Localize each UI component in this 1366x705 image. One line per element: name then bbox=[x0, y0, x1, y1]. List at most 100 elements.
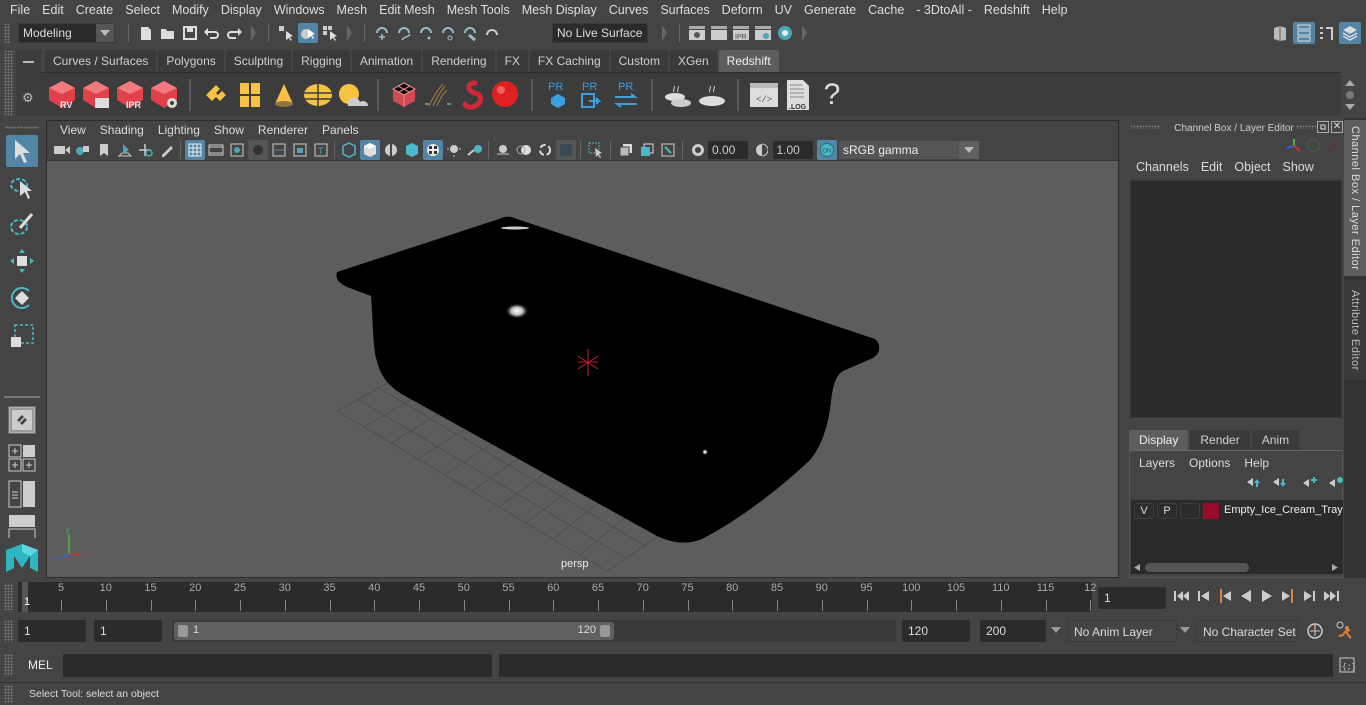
rs-hair-icon[interactable] bbox=[422, 77, 454, 113]
rs-area-light-icon[interactable] bbox=[200, 77, 232, 113]
default-material-icon[interactable] bbox=[381, 140, 401, 160]
select-tool-icon[interactable] bbox=[6, 135, 38, 167]
play-backward-icon[interactable] bbox=[1239, 589, 1253, 606]
shelf-menu-icon[interactable] bbox=[23, 61, 34, 63]
snap-point-icon[interactable] bbox=[416, 23, 436, 43]
script-editor-icon[interactable]: {;} bbox=[1339, 657, 1356, 676]
outliner-persp-layout-icon[interactable] bbox=[6, 478, 38, 510]
safe-title-icon[interactable]: T bbox=[311, 140, 331, 160]
shelf-scroll[interactable] bbox=[1343, 78, 1357, 112]
redo-icon[interactable] bbox=[224, 23, 244, 43]
time-slider[interactable]: 1 5 10 15 20 25 30 35 40 45 50 55 60 65 70 75 80 85 90 95 1… bbox=[18, 582, 1096, 612]
channel-box-area[interactable] bbox=[1130, 180, 1342, 418]
animation-start-field[interactable]: 1 bbox=[18, 620, 86, 642]
shelf-tab-redshift[interactable]: Redshift bbox=[718, 50, 779, 72]
range-slider-track[interactable]: 1 120 bbox=[172, 620, 896, 642]
safe-action-icon[interactable] bbox=[290, 140, 310, 160]
snap-grid-icon[interactable] bbox=[372, 23, 392, 43]
camera-attributes-icon[interactable] bbox=[73, 140, 93, 160]
exposure-icon[interactable] bbox=[688, 140, 708, 160]
grid-toggle-icon[interactable] bbox=[184, 139, 205, 160]
select-component-icon[interactable] bbox=[320, 23, 340, 43]
scene-canvas[interactable]: y x z bbox=[47, 161, 1119, 578]
step-back-frame-icon[interactable] bbox=[1197, 589, 1211, 606]
live-surface-field[interactable]: No Live Surface bbox=[552, 23, 648, 43]
save-scene-icon[interactable] bbox=[180, 23, 200, 43]
menu-mesh[interactable]: Mesh bbox=[331, 0, 374, 20]
attribute-editor-toggle-icon[interactable] bbox=[1293, 22, 1315, 44]
workspace-mode-dropdown[interactable]: Modeling bbox=[18, 23, 115, 43]
menu-mesh-display[interactable]: Mesh Display bbox=[516, 0, 603, 20]
menu-display[interactable]: Display bbox=[215, 0, 268, 20]
tool-settings-toggle-icon[interactable] bbox=[1317, 23, 1337, 43]
anim-layer-dropdown-arrow-icon[interactable] bbox=[1051, 627, 1061, 633]
range-slider-bar[interactable]: 1 120 bbox=[174, 622, 614, 640]
menu-windows[interactable]: Windows bbox=[268, 0, 331, 20]
select-camera-icon[interactable] bbox=[52, 140, 72, 160]
shelf-tab-polygons[interactable]: Polygons bbox=[158, 50, 224, 72]
range-start-handle[interactable] bbox=[178, 625, 188, 637]
rs-proxy-export-icon[interactable]: PR bbox=[576, 77, 608, 113]
channel-box-toggle-icon[interactable] bbox=[1339, 22, 1361, 44]
menu-deform[interactable]: Deform bbox=[716, 0, 769, 20]
channel-box-menu-show[interactable]: Show bbox=[1277, 160, 1320, 174]
field-chart-icon[interactable] bbox=[269, 140, 289, 160]
shelf-tab-sculpting[interactable]: Sculpting bbox=[225, 50, 292, 72]
layer-menu-layers[interactable]: Layers bbox=[1132, 456, 1182, 470]
shelf-tab-fx-caching[interactable]: FX Caching bbox=[529, 50, 609, 72]
shelf-tab-rigging[interactable]: Rigging bbox=[293, 50, 350, 72]
resolution-gate-icon[interactable] bbox=[227, 140, 247, 160]
2d-pan-zoom-icon[interactable] bbox=[136, 140, 156, 160]
move-tool-icon[interactable] bbox=[6, 245, 38, 277]
float-panel-icon[interactable]: ⧉ bbox=[1317, 121, 1329, 133]
layer-tab-render[interactable]: Render bbox=[1190, 430, 1250, 450]
rs-bake-icon[interactable] bbox=[696, 77, 728, 113]
viewport-menu-lighting[interactable]: Lighting bbox=[151, 123, 207, 137]
rs-script-editor-icon[interactable]: </> bbox=[748, 77, 780, 113]
modeling-toolkit-icon[interactable] bbox=[1271, 23, 1291, 43]
character-set-dropdown[interactable]: No Character Set bbox=[1196, 620, 1298, 642]
rotate-tool-icon[interactable] bbox=[6, 282, 38, 314]
bookmark-icon[interactable] bbox=[94, 140, 114, 160]
menu-edit-mesh[interactable]: Edit Mesh bbox=[373, 0, 441, 20]
rs-mesh-light-icon[interactable] bbox=[456, 77, 488, 113]
rs-help-icon[interactable]: ? bbox=[816, 77, 848, 113]
playback-end-field[interactable]: 120 bbox=[902, 620, 970, 642]
menu-create[interactable]: Create bbox=[70, 0, 120, 20]
shelf-tab-curves-surfaces[interactable]: Curves / Surfaces bbox=[45, 50, 157, 72]
rs-sun-sky-icon[interactable] bbox=[336, 77, 368, 113]
scrollbar-thumb[interactable] bbox=[1145, 563, 1249, 572]
viewport-menu-show[interactable]: Show bbox=[207, 123, 251, 137]
menu-file[interactable]: File bbox=[4, 0, 36, 20]
snap-view-plane-icon[interactable] bbox=[438, 23, 458, 43]
menu-3dtoall[interactable]: - 3DtoAll - bbox=[910, 0, 978, 20]
redshift-ipr-icon[interactable]: IPR bbox=[114, 77, 146, 113]
hypershade-icon[interactable] bbox=[775, 23, 795, 43]
grip-handle[interactable] bbox=[4, 23, 10, 43]
render-view-icon[interactable] bbox=[687, 23, 707, 43]
tab-attribute-editor[interactable]: Attribute Editor bbox=[1344, 280, 1366, 380]
rs-proxy-swap-icon[interactable]: PR bbox=[610, 77, 642, 113]
menu-uv[interactable]: UV bbox=[769, 0, 798, 20]
textured-icon[interactable] bbox=[422, 139, 443, 160]
lasso-tool-icon[interactable] bbox=[6, 172, 38, 204]
wireframe-icon[interactable] bbox=[339, 140, 359, 160]
color-space-dropdown[interactable]: sRGB gamma bbox=[839, 140, 979, 159]
exposure-field[interactable]: 0.00 bbox=[708, 140, 748, 159]
animation-preferences-icon[interactable] bbox=[1334, 621, 1354, 644]
redshift-renderview-icon[interactable]: RV bbox=[46, 77, 78, 113]
command-language-toggle[interactable]: MEL bbox=[28, 658, 53, 672]
menu-surfaces[interactable]: Surfaces bbox=[654, 0, 715, 20]
anim-layer-dropdown[interactable]: No Anim Layer bbox=[1067, 620, 1177, 642]
use-all-lights-icon[interactable] bbox=[444, 140, 464, 160]
motion-blur-icon[interactable] bbox=[514, 140, 534, 160]
viewport-menu-panels[interactable]: Panels bbox=[315, 123, 366, 137]
step-back-key-icon[interactable] bbox=[1218, 589, 1232, 606]
render-settings-icon[interactable] bbox=[753, 23, 773, 43]
redshift-batch-render-icon[interactable] bbox=[80, 77, 112, 113]
snap-surface-icon[interactable] bbox=[482, 23, 502, 43]
undo-icon[interactable] bbox=[202, 23, 222, 43]
menu-curves[interactable]: Curves bbox=[603, 0, 655, 20]
layer-tab-anim[interactable]: Anim bbox=[1251, 430, 1300, 450]
close-panel-icon[interactable]: ✕ bbox=[1331, 121, 1343, 133]
